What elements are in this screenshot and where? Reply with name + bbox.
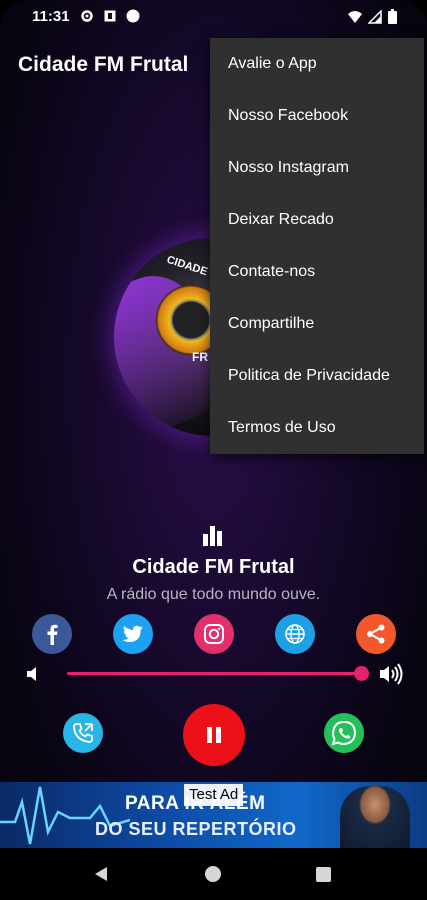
phone-frame: 11:31 Cidade FM Frutal CIDADE FR Cidade … [0,0,427,900]
volume-slider-track[interactable] [67,672,361,675]
share-icon [367,624,385,644]
volume-low-icon[interactable] [24,664,44,684]
website-button[interactable] [275,614,315,654]
facebook-icon [47,624,58,645]
settings-icon [81,10,93,22]
menu-item-instagram[interactable]: Nosso Instagram [210,142,424,194]
dot-icon [126,9,140,23]
wifi-icon [348,10,362,23]
ad-person-image [340,786,410,848]
facebook-button[interactable] [32,614,72,654]
ad-subheadline: DO SEU REPERTÓRIO [95,819,297,839]
twitter-button[interactable] [113,614,153,654]
share-button[interactable] [356,614,396,654]
signal-icon [368,9,382,24]
back-icon[interactable] [93,866,109,882]
status-system-icons [348,9,397,24]
menu-item-facebook[interactable]: Nosso Facebook [210,90,424,142]
volume-slider-thumb[interactable] [354,666,369,681]
call-button[interactable] [63,713,103,753]
app-screen: 11:31 Cidade FM Frutal CIDADE FR Cidade … [0,0,427,900]
app-title: Cidade FM Frutal [18,53,189,76]
menu-item-leave-message[interactable]: Deixar Recado [210,194,424,246]
twitter-icon [122,625,143,642]
menu-item-terms[interactable]: Termos de Uso [210,402,424,454]
pause-button[interactable] [183,704,245,766]
test-ad-label: Test Ad [184,784,244,806]
home-icon[interactable] [205,866,221,882]
whatsapp-icon [331,720,357,746]
status-time: 11:31 [32,8,70,25]
globe-icon [285,624,305,644]
volume-high-icon[interactable] [378,662,406,686]
logo-text-bottom: FR [192,350,208,364]
instagram-icon [204,624,224,644]
equalizer-icon [203,524,225,546]
menu-item-contact[interactable]: Contate-nos [210,246,424,298]
whatsapp-button[interactable] [324,713,364,753]
notification-box-icon [104,10,116,22]
station-slogan: A rádio que todo mundo ouve. [106,586,321,603]
logo-text-top: CIDADE [165,253,209,279]
status-bar: 11:31 [0,0,427,34]
battery-icon [388,9,397,24]
menu-item-privacy-policy[interactable]: Politica de Privacidade [210,350,424,402]
station-name: Cidade FM Frutal [132,556,295,578]
instagram-button[interactable] [194,614,234,654]
menu-item-rate-app[interactable]: Avalie o App [210,38,424,90]
recents-icon[interactable] [316,867,331,882]
menu-item-share[interactable]: Compartilhe [210,298,424,350]
pause-icon [207,727,221,743]
phone-call-icon [73,723,93,743]
overflow-menu: Avalie o App Nosso Facebook Nosso Instag… [210,38,424,454]
status-notification-icons [80,9,140,23]
